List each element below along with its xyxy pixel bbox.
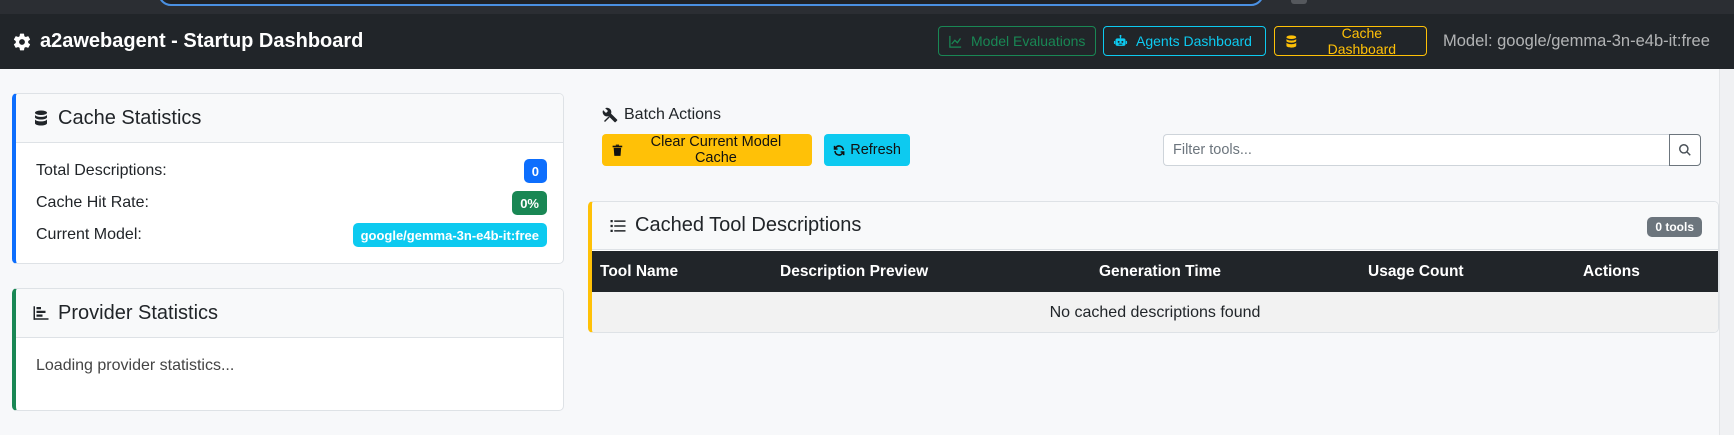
browser-address-bar[interactable] xyxy=(158,0,1264,6)
robot-icon xyxy=(1113,34,1128,46)
column-actions[interactable]: Actions xyxy=(1575,251,1718,292)
column-tool-name[interactable]: Tool Name xyxy=(592,251,772,292)
refresh-button[interactable]: Refresh xyxy=(824,134,910,166)
filter-search-button[interactable] xyxy=(1669,134,1701,166)
batch-actions-title: Batch Actions xyxy=(624,106,721,123)
cached-tools-card: Cached Tool Descriptions 0 tools Tool Na… xyxy=(588,201,1719,333)
empty-table-message: No cached descriptions found xyxy=(592,292,1718,332)
tools-icon xyxy=(602,107,618,123)
list-icon xyxy=(610,219,626,232)
browser-chrome xyxy=(0,0,1734,14)
cache-statistics-card: Cache Statistics Total Descriptions: 0 C… xyxy=(12,93,564,264)
current-model-label: Model: google/gemma-3n-e4b-it:free xyxy=(1443,32,1710,50)
trash-icon xyxy=(612,144,623,156)
cache-hit-rate-badge: 0% xyxy=(512,191,547,215)
scrollbar[interactable] xyxy=(1719,69,1734,435)
stat-cache-hit-rate: Cache Hit Rate: 0% xyxy=(36,190,547,216)
tools-count-badge: 0 tools xyxy=(1647,217,1702,237)
top-navbar: a2awebagent - Startup Dashboard Model Ev… xyxy=(0,14,1734,69)
bar-chart-icon xyxy=(33,306,49,320)
gear-icon xyxy=(13,33,31,50)
brand[interactable]: a2awebagent - Startup Dashboard xyxy=(12,14,363,69)
batch-actions-heading: Batch Actions xyxy=(602,106,721,124)
stat-total-descriptions: Total Descriptions: 0 xyxy=(36,158,547,184)
column-usage-count[interactable]: Usage Count xyxy=(1360,251,1575,292)
refresh-label: Refresh xyxy=(850,142,901,158)
cache-statistics-title: Cache Statistics xyxy=(58,106,202,129)
filter-tools-input[interactable] xyxy=(1163,134,1670,166)
model-evaluations-label: Model Evaluations xyxy=(971,33,1086,49)
table-row: No cached descriptions found xyxy=(592,292,1718,332)
stat-label: Current Model: xyxy=(36,226,142,243)
cache-statistics-header: Cache Statistics xyxy=(16,94,563,143)
column-generation-time[interactable]: Generation Time xyxy=(1091,251,1360,292)
browser-control xyxy=(1291,0,1307,4)
provider-loading-text: Loading provider statistics... xyxy=(36,357,235,374)
refresh-icon xyxy=(833,144,845,156)
stat-label: Cache Hit Rate: xyxy=(36,194,149,211)
cache-dashboard-button[interactable]: Cache Dashboard xyxy=(1274,25,1427,57)
database-icon xyxy=(35,110,47,126)
line-chart-icon xyxy=(949,35,962,48)
cached-tools-title: Cached Tool Descriptions xyxy=(635,214,862,236)
stat-label: Total Descriptions: xyxy=(36,162,167,179)
total-descriptions-badge: 0 xyxy=(523,159,547,183)
table-header-row: Tool Name Description Preview Generation… xyxy=(592,251,1718,292)
provider-statistics-header: Provider Statistics xyxy=(16,289,563,338)
column-description-preview[interactable]: Description Preview xyxy=(772,251,1091,292)
current-model-badge: google/gemma-3n-e4b-it:free xyxy=(352,223,547,247)
provider-statistics-title: Provider Statistics xyxy=(58,301,219,324)
database-icon xyxy=(1286,34,1297,48)
cached-tools-header: Cached Tool Descriptions xyxy=(592,202,1718,250)
agents-dashboard-label: Agents Dashboard xyxy=(1136,33,1252,49)
provider-statistics-card: Provider Statistics Loading provider sta… xyxy=(12,288,564,411)
clear-model-cache-button[interactable]: Clear Current Model Cache xyxy=(602,134,812,166)
agents-dashboard-button[interactable]: Agents Dashboard xyxy=(1103,26,1266,56)
cache-dashboard-label: Cache Dashboard xyxy=(1327,25,1397,57)
stat-current-model: Current Model: google/gemma-3n-e4b-it:fr… xyxy=(36,222,547,248)
brand-title: a2awebagent - Startup Dashboard xyxy=(40,30,364,52)
search-icon xyxy=(1679,144,1691,156)
model-evaluations-button[interactable]: Model Evaluations xyxy=(938,26,1096,56)
cached-tools-table: Tool Name Description Preview Generation… xyxy=(592,251,1718,332)
clear-model-cache-label: Clear Current Model Cache xyxy=(650,134,782,166)
